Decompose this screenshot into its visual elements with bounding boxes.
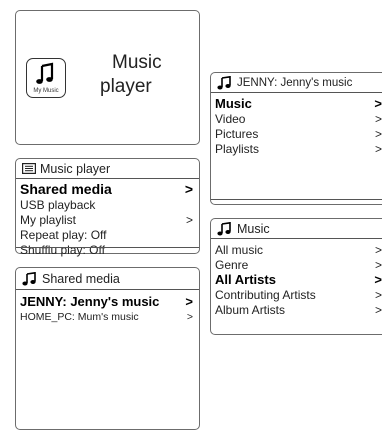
music-player-splash-panel: My Music Music player bbox=[15, 10, 200, 145]
menu-item-label: All Artists bbox=[215, 272, 276, 287]
chevron-right-icon: > bbox=[374, 302, 382, 317]
chevron-right-icon: > bbox=[374, 272, 382, 287]
jenny-music-menu-panel: JENNY: Jenny's music Music > Video > Pic… bbox=[210, 72, 382, 205]
splash-title-line2: player bbox=[100, 76, 152, 97]
menu-item-label: HOME_PC: Mum's music bbox=[20, 310, 139, 323]
menu-item-my-playlist[interactable]: My playlist > bbox=[16, 212, 199, 227]
chevron-right-icon: > bbox=[185, 294, 193, 309]
menu-item-genre[interactable]: Genre > bbox=[211, 257, 382, 272]
chevron-right-icon: > bbox=[374, 126, 382, 141]
menu-item-video[interactable]: Video > bbox=[211, 111, 382, 126]
app-icon-label: My Music bbox=[33, 88, 59, 94]
menu-item-label: Contributing Artists bbox=[215, 287, 316, 302]
menu-item-label: Playlists bbox=[215, 141, 260, 156]
shared-media-menu-panel: Shared media JENNY: Jenny's music > HOME… bbox=[15, 267, 200, 430]
menu-item-all-music[interactable]: All music > bbox=[211, 242, 382, 257]
menu-item-label: Shared media bbox=[20, 180, 112, 197]
menu-item-contributing-artists[interactable]: Contributing Artists > bbox=[211, 287, 382, 302]
menu-item-jenny[interactable]: JENNY: Jenny's music > bbox=[16, 294, 199, 309]
music-note-icon bbox=[22, 271, 38, 286]
chevron-right-icon: > bbox=[185, 212, 193, 227]
menu-item-album-artists[interactable]: Album Artists > bbox=[211, 302, 382, 317]
menu-item-label: USB playback bbox=[20, 197, 96, 212]
menu-item-label: All music bbox=[215, 242, 264, 257]
menu-item-label: JENNY: Jenny's music bbox=[20, 294, 160, 309]
music-menu-panel: Music All music > Genre > All Artists > … bbox=[210, 218, 382, 335]
chevron-right-icon: > bbox=[374, 242, 382, 257]
menu-title: Music player bbox=[40, 161, 111, 176]
menu-item-repeat-play[interactable]: Repeat play: Off bbox=[16, 227, 199, 242]
list-icon bbox=[22, 163, 36, 174]
menu-header: Music player bbox=[16, 159, 199, 179]
footer-divider bbox=[211, 199, 382, 200]
menu-header: JENNY: Jenny's music bbox=[211, 73, 382, 93]
menu-item-label: Pictures bbox=[215, 126, 259, 141]
menu-item-label: Shufflu play: Off bbox=[20, 242, 105, 257]
menu-item-shared-media[interactable]: Shared media > bbox=[16, 180, 199, 197]
menu-item-playlists[interactable]: Playlists > bbox=[211, 141, 382, 156]
menu-header: Shared media bbox=[16, 268, 199, 290]
menu-item-shuffle-play[interactable]: Shufflu play: Off bbox=[16, 242, 199, 257]
menu-item-all-artists[interactable]: All Artists > bbox=[211, 272, 382, 287]
chevron-right-icon: > bbox=[186, 310, 193, 323]
footer-divider bbox=[16, 247, 199, 248]
chevron-right-icon: > bbox=[184, 180, 193, 197]
menu-item-label: Album Artists bbox=[215, 302, 286, 317]
menu-item-usb-playback[interactable]: USB playback bbox=[16, 197, 199, 212]
menu-item-label: Video bbox=[215, 111, 246, 126]
chevron-right-icon: > bbox=[374, 257, 382, 272]
menu-item-pictures[interactable]: Pictures > bbox=[211, 126, 382, 141]
menu-title: Music bbox=[237, 221, 270, 236]
menu-title: Shared media bbox=[42, 271, 120, 286]
music-player-menu-panel: Music player Shared media > USB playback… bbox=[15, 158, 200, 257]
music-note-app-icon[interactable]: My Music bbox=[26, 58, 66, 98]
chevron-right-icon: > bbox=[374, 111, 382, 126]
menu-item-label: Music bbox=[215, 96, 252, 111]
music-note-icon bbox=[217, 75, 233, 90]
splash-title-line1: Music bbox=[112, 52, 162, 73]
menu-item-home-pc[interactable]: HOME_PC: Mum's music > bbox=[16, 309, 199, 324]
chevron-right-icon: > bbox=[374, 287, 382, 302]
menu-header: Music bbox=[211, 219, 382, 239]
chevron-right-icon: > bbox=[374, 96, 382, 111]
menu-title: JENNY: Jenny's music bbox=[237, 76, 353, 89]
music-note-icon bbox=[217, 221, 233, 236]
menu-item-label: Genre bbox=[215, 257, 249, 272]
chevron-right-icon: > bbox=[374, 141, 382, 156]
menu-item-music[interactable]: Music > bbox=[211, 96, 382, 111]
menu-item-label: Repeat play: Off bbox=[20, 227, 107, 242]
menu-item-label: My playlist bbox=[20, 212, 77, 227]
